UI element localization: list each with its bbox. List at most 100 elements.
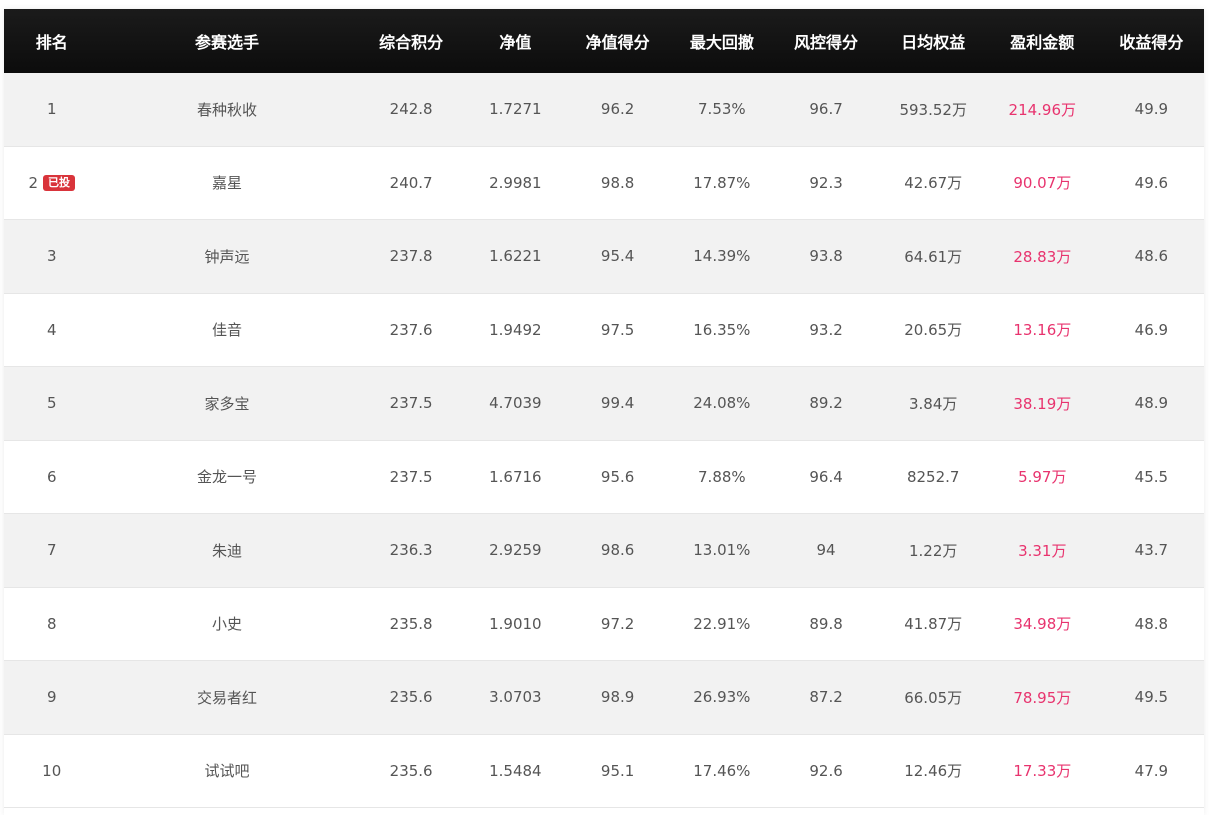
cell-return-score: 47.9 (1134, 761, 1169, 780)
cell-rank: 2 已投 (4, 174, 99, 192)
cell-nav: 2.9259 (489, 541, 542, 560)
cell-player[interactable]: 春种秋收 (99, 99, 354, 120)
cell-return-score: 48.9 (1134, 394, 1169, 413)
cell-nav-score: 95.1 (600, 761, 635, 780)
cell-daily-equity: 66.05万 (904, 688, 963, 707)
table-row[interactable]: 1 春种秋收 242.8 1.7271 96.2 7.53% 96.7 593.… (4, 73, 1204, 147)
cell-profit: 13.16万 (1013, 321, 1072, 340)
cell-profit: 90.07万 (1013, 174, 1072, 193)
header-nav[interactable]: 净值 (468, 29, 563, 53)
cell-return-score: 49.9 (1134, 100, 1169, 119)
cell-daily-equity: 3.84万 (909, 394, 958, 413)
cell-profit: 38.19万 (1013, 394, 1072, 413)
rank-value: 10 (42, 761, 62, 780)
cell-risk-score: 92.6 (809, 761, 843, 780)
table-row[interactable]: 6 金龙一号 237.5 1.6716 95.6 7.88% 96.4 8252… (4, 440, 1204, 514)
header-profit[interactable]: 盈利金额 (986, 29, 1099, 53)
cell-max-drawdown: 17.46% (693, 761, 751, 780)
cell-nav-score: 97.2 (600, 614, 635, 633)
table-row[interactable]: 3 钟声远 237.8 1.6221 95.4 14.39% 93.8 64.6… (4, 220, 1204, 294)
cell-player[interactable]: 试试吧 (99, 760, 354, 781)
table-row[interactable]: 4 佳音 237.6 1.9492 97.5 16.35% 93.2 20.65… (4, 293, 1204, 367)
header-player[interactable]: 参赛选手 (99, 29, 354, 53)
cell-daily-equity: 12.46万 (904, 762, 963, 781)
cell-nav: 2.9981 (489, 173, 542, 192)
ranking-table: 排名 参赛选手 综合积分 净值 净值得分 最大回撤 风控得分 日均权益 盈利金额… (4, 9, 1204, 808)
cell-composite-score: 237.5 (389, 467, 433, 486)
cell-max-drawdown: 16.35% (693, 320, 751, 339)
cell-player[interactable]: 交易者红 (99, 687, 354, 708)
cell-player[interactable]: 嘉星 (99, 172, 354, 193)
cell-nav: 4.7039 (489, 394, 542, 413)
cell-daily-equity: 64.61万 (904, 247, 963, 266)
invested-badge: 已投 (43, 174, 75, 191)
cell-player[interactable]: 钟声远 (99, 246, 354, 267)
cell-player[interactable]: 朱迪 (99, 540, 354, 561)
header-risk-score[interactable]: 风控得分 (772, 29, 881, 53)
cell-risk-score: 93.8 (809, 247, 843, 266)
cell-composite-score: 235.8 (389, 614, 433, 633)
rank-with-badge: 2 已投 (28, 174, 75, 192)
cell-rank: 3 (4, 247, 99, 265)
table-body: 1 春种秋收 242.8 1.7271 96.2 7.53% 96.7 593.… (4, 73, 1204, 808)
cell-nav: 3.0703 (489, 688, 542, 707)
table-row[interactable]: 10 试试吧 235.6 1.5484 95.1 17.46% 92.6 12.… (4, 734, 1204, 808)
rank-value: 9 (46, 688, 57, 707)
table-row[interactable]: 8 小史 235.8 1.9010 97.2 22.91% 89.8 41.87… (4, 587, 1204, 661)
cell-max-drawdown: 22.91% (693, 614, 751, 633)
table-row[interactable]: 5 家多宝 237.5 4.7039 99.4 24.08% 89.2 3.84… (4, 367, 1204, 441)
cell-nav-score: 96.2 (600, 100, 635, 119)
cell-return-score: 45.5 (1134, 467, 1169, 486)
header-nav-score[interactable]: 净值得分 (563, 29, 672, 53)
table-row[interactable]: 7 朱迪 236.3 2.9259 98.6 13.01% 94 1.22万 3… (4, 514, 1204, 588)
cell-composite-score: 237.5 (389, 394, 433, 413)
cell-nav-score: 98.9 (600, 688, 635, 707)
cell-risk-score: 87.2 (809, 688, 843, 707)
cell-player[interactable]: 小史 (99, 613, 354, 634)
rank-value: 3 (46, 247, 57, 266)
cell-max-drawdown: 7.53% (698, 100, 746, 119)
cell-max-drawdown: 17.87% (693, 173, 751, 192)
cell-max-drawdown: 26.93% (693, 688, 751, 707)
cell-composite-score: 235.6 (389, 688, 433, 707)
cell-nav-score: 98.8 (600, 173, 635, 192)
cell-return-score: 46.9 (1134, 320, 1169, 339)
header-daily-equity[interactable]: 日均权益 (881, 29, 986, 53)
cell-risk-score: 94 (816, 541, 836, 560)
cell-profit: 78.95万 (1013, 688, 1072, 707)
cell-max-drawdown: 13.01% (693, 541, 751, 560)
cell-risk-score: 96.4 (809, 467, 843, 486)
cell-player[interactable]: 家多宝 (99, 393, 354, 414)
rank-value: 6 (46, 467, 57, 486)
table-header: 排名 参赛选手 综合积分 净值 净值得分 最大回撤 风控得分 日均权益 盈利金额… (4, 9, 1204, 73)
cell-composite-score: 237.6 (389, 320, 433, 339)
cell-daily-equity: 20.65万 (904, 321, 963, 340)
cell-risk-score: 92.3 (809, 173, 843, 192)
cell-nav-score: 98.6 (600, 541, 635, 560)
table-row[interactable]: 9 交易者红 235.6 3.0703 98.9 26.93% 87.2 66.… (4, 661, 1204, 735)
cell-composite-score: 235.6 (389, 761, 433, 780)
table-row[interactable]: 2 已投 嘉星 240.7 2.9981 98.8 17.87% 92.3 42… (4, 146, 1204, 220)
cell-rank: 8 (4, 615, 99, 633)
cell-nav-score: 97.5 (600, 320, 635, 339)
cell-composite-score: 237.8 (389, 247, 433, 266)
cell-nav: 1.5484 (489, 761, 542, 780)
header-rank[interactable]: 排名 (4, 29, 99, 53)
cell-return-score: 43.7 (1134, 541, 1169, 560)
cell-rank: 7 (4, 541, 99, 559)
rank-value: 7 (46, 541, 57, 560)
cell-profit: 214.96万 (1008, 100, 1077, 119)
cell-return-score: 48.8 (1134, 614, 1169, 633)
cell-nav: 1.7271 (489, 100, 542, 119)
header-return-score[interactable]: 收益得分 (1099, 29, 1204, 53)
cell-rank: 5 (4, 394, 99, 412)
cell-nav: 1.9010 (489, 614, 542, 633)
cell-rank: 1 (4, 100, 99, 118)
header-max-drawdown[interactable]: 最大回撤 (672, 29, 771, 53)
rank-value: 5 (46, 394, 57, 413)
cell-player[interactable]: 佳音 (99, 319, 354, 340)
cell-rank: 6 (4, 468, 99, 486)
header-composite-score[interactable]: 综合积分 (355, 29, 468, 53)
cell-nav: 1.6221 (489, 247, 542, 266)
cell-player[interactable]: 金龙一号 (99, 466, 354, 487)
